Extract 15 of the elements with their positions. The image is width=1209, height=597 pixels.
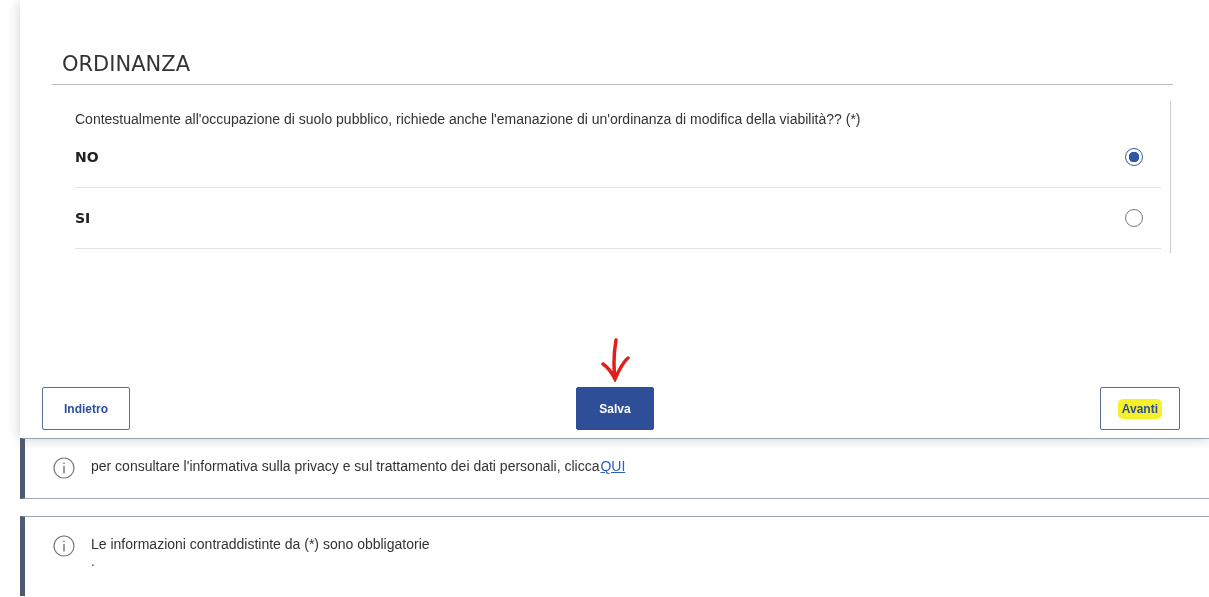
question-text: Contestualmente all'occupazione di suolo pubblico, richiede anche l'emanazione di un'ordinanza di modifica della viabilità?? (*) <box>75 111 862 127</box>
nav-button[interactable]: Avanti <box>1099 387 1180 430</box>
info-icon <box>53 535 75 557</box>
option-label: SI <box>75 210 91 226</box>
section-title: ORDINANZA <box>52 52 1173 85</box>
notice-text: Le informazioni contraddistinte da (*) sono obbligatorie <box>91 535 430 554</box>
notice-text: per consultare l'informativa sulla privacy e sul trattamento dei dati personali, cliccaQUI <box>91 457 626 476</box>
option-label: NO <box>75 149 99 165</box>
notice-note: . <box>91 555 96 569</box>
nav-button[interactable]: Indietro <box>42 387 130 430</box>
radio-button[interactable] <box>1125 148 1143 166</box>
link[interactable]: QUI <box>600 458 626 474</box>
radio-button[interactable] <box>1125 209 1143 227</box>
save-button[interactable]: Salva <box>576 387 654 430</box>
info-icon <box>53 457 75 479</box>
